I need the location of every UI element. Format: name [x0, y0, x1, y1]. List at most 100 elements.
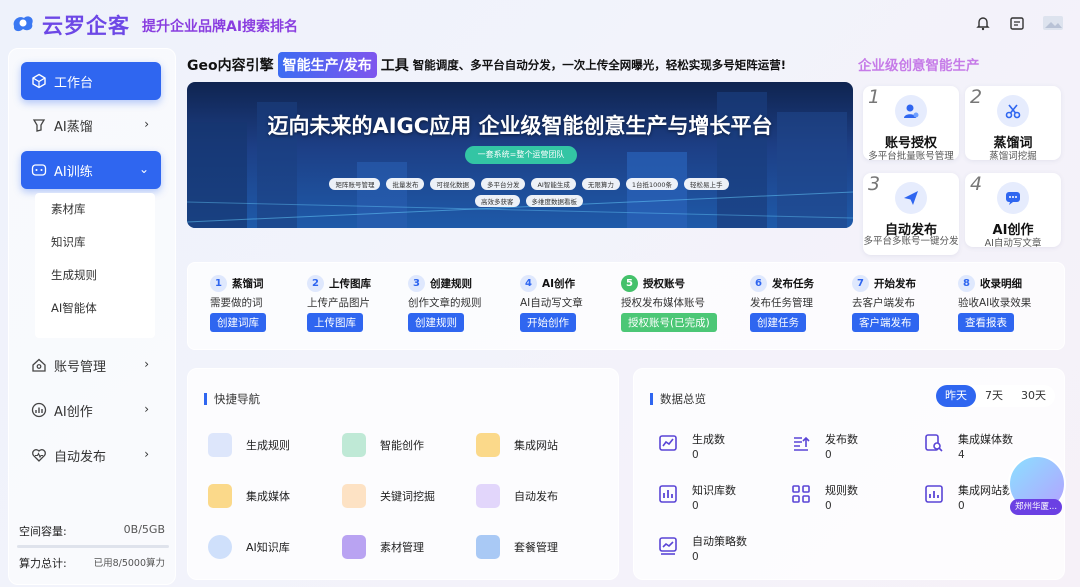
quick-nav-integrate-media[interactable]: 集成媒体 [208, 484, 290, 508]
authorize-account-button[interactable]: 授权账号(已完成) [621, 313, 717, 332]
submenu-item-ai-agent[interactable]: AI智能体 [35, 292, 155, 325]
feature-card-auto-publish[interactable]: 3 自动发布 多平台多账号一键分发 [863, 173, 959, 255]
card-number: 3 [868, 173, 881, 195]
tab-yesterday[interactable]: 昨天 [936, 385, 976, 407]
image-icon[interactable] [1042, 14, 1063, 32]
stat-label: 生成数 [692, 433, 725, 446]
submenu-item-rules[interactable]: 生成规则 [35, 259, 155, 292]
view-report-button[interactable]: 查看报表 [958, 313, 1014, 332]
client-publish-button[interactable]: 客户端发布 [852, 313, 919, 332]
quick-nav-label: 集成媒体 [246, 490, 290, 503]
headline-prefix: Geo内容引擎 [187, 58, 274, 74]
step-3: 3 创建规则 创作文章的规则 创建规则 [408, 275, 528, 332]
step-number: 8 [958, 275, 975, 292]
compute-label: 算力总计: [19, 557, 67, 570]
chat-bubble-icon [997, 182, 1029, 214]
banner-chips: 矩阵账号管理 批量发布 可视化数据 多平台分发 AI智能生成 无限算力 1台抵1… [309, 178, 749, 207]
banner-chip: 批量发布 [386, 178, 425, 190]
quick-nav-auto-publish[interactable]: 自动发布 [476, 484, 558, 508]
code-window-icon [208, 484, 232, 508]
bell-icon[interactable] [974, 14, 992, 32]
sidebar-item-auto-publish[interactable]: 自动发布 › [21, 436, 161, 474]
quick-nav-ai-knowledge[interactable]: AI知识库 [208, 535, 290, 559]
sidebar-item-label: AI蒸馏 [54, 119, 93, 135]
stat-value: 0 [958, 500, 965, 512]
quick-nav-keyword-mining[interactable]: 关键词挖掘 [342, 484, 435, 508]
stat-label: 知识库数 [692, 484, 736, 497]
stat-label: 集成网站数 [958, 484, 1013, 497]
cube-icon [32, 73, 46, 89]
quick-nav-generate-rules[interactable]: 生成规则 [208, 433, 290, 457]
quick-nav-plan-manage[interactable]: 套餐管理 [476, 535, 558, 559]
sidebar-item-workbench[interactable]: 工作台 [21, 62, 161, 100]
step-title: 蒸馏词 [232, 278, 264, 290]
feature-card-account-auth[interactable]: 1 账号授权 多平台批量账号管理 [863, 86, 959, 162]
step-title: 上传图库 [329, 278, 371, 290]
quick-nav-material-manage[interactable]: 素材管理 [342, 535, 424, 559]
step-number: 5 [621, 275, 638, 292]
step-number: 3 [408, 275, 425, 292]
card-subtitle: 多平台批量账号管理 [868, 151, 954, 162]
sidebar-item-accounts[interactable]: 账号管理 › [21, 346, 161, 384]
send-icon [895, 182, 927, 214]
step-7: 7 开始发布 去客户端发布 客户端发布 [852, 275, 972, 332]
banner-subtitle: 一套系统=整个运营团队 [465, 146, 577, 164]
dashboard-icon [925, 485, 943, 503]
rules-icon [208, 433, 232, 457]
stat-value: 0 [692, 500, 699, 512]
submenu-item-knowledge[interactable]: 知识库 [35, 226, 155, 259]
submenu-item-materials[interactable]: 素材库 [35, 193, 155, 226]
chevron-right-icon: › [144, 117, 149, 131]
step-title: 开始发布 [874, 278, 916, 290]
upload-gallery-button[interactable]: 上传图库 [307, 313, 363, 332]
assistant-label[interactable]: 郑州华厦... [1010, 499, 1062, 515]
list-upload-icon [794, 436, 810, 451]
tab-7-days[interactable]: 7天 [976, 385, 1012, 407]
create-rule-button[interactable]: 创建规则 [408, 313, 464, 332]
compute-value: 已用8/5000算力 [93, 558, 165, 569]
headline: Geo内容引擎 智能生产/发布 工具 智能调度、多平台自动分发，一次上传全网曝光… [187, 52, 786, 78]
sidebar-item-ai-distill[interactable]: AI蒸馏 › [21, 106, 161, 144]
line-chart-icon [659, 435, 677, 451]
stat-value: 4 [958, 449, 965, 461]
quick-nav-integrate-site[interactable]: 集成网站 [476, 433, 558, 457]
step-5: 5 授权账号 授权发布媒体账号 授权账号(已完成) [621, 275, 751, 332]
quick-nav-label: 智能创作 [380, 439, 424, 452]
quick-nav-smart-create[interactable]: 智能创作 [342, 433, 424, 457]
create-lexicon-button[interactable]: 创建词库 [210, 313, 266, 332]
trend-chart-icon [659, 537, 677, 555]
sidebar-item-ai-train[interactable]: AI训练 ⌄ [21, 151, 161, 189]
app-slogan: 提升企业品牌AI搜索排名 [142, 19, 299, 35]
promo-title: 企业级创意智能生产 [858, 58, 980, 74]
chevron-right-icon: › [144, 357, 149, 371]
code-window-icon [476, 433, 500, 457]
feature-card-distill[interactable]: 2 蒸馏词 蒸馏词挖掘 [965, 86, 1061, 162]
sidebar-item-label: 工作台 [54, 75, 94, 91]
step-desc: 验收AI收录效果 [958, 297, 1032, 309]
quick-nav-label: 套餐管理 [514, 541, 558, 554]
stat-value: 0 [692, 449, 699, 461]
feature-card-ai-create[interactable]: 4 AI创作 AI自动写文章 [965, 173, 1061, 249]
create-task-button[interactable]: 创建任务 [750, 313, 806, 332]
folder-icon [342, 535, 366, 559]
step-number: 1 [210, 275, 227, 292]
quick-nav-label: 集成网站 [514, 439, 558, 452]
step-number: 7 [852, 275, 869, 292]
banner-chip: 多维度数据看板 [525, 195, 583, 207]
message-icon[interactable] [1008, 14, 1026, 32]
distill-icon [32, 119, 46, 132]
chevron-right-icon: › [144, 447, 149, 461]
home-icon [32, 358, 46, 372]
quick-nav-label: AI知识库 [246, 541, 290, 554]
data-overview-panel: 数据总览 昨天 7天 30天 生成数 0 发布数 0 集成媒体数 4 知识库数 … [633, 368, 1065, 580]
storage-progress [17, 545, 169, 548]
card-number: 4 [970, 173, 983, 195]
sidebar-item-ai-create[interactable]: AI创作 › [21, 391, 161, 429]
user-card-icon [476, 484, 500, 508]
step-8: 8 收录明细 验收AI收录效果 查看报表 [958, 275, 1078, 332]
tab-30-days[interactable]: 30天 [1012, 385, 1055, 407]
stat-value: 0 [825, 500, 832, 512]
banner-title: 迈向未来的AIGC应用 企业级智能创意生产与增长平台 [267, 114, 773, 138]
start-create-button[interactable]: 开始创作 [520, 313, 576, 332]
hero-banner[interactable]: 迈向未来的AIGC应用 企业级智能创意生产与增长平台 一套系统=整个运营团队 矩… [187, 82, 853, 228]
